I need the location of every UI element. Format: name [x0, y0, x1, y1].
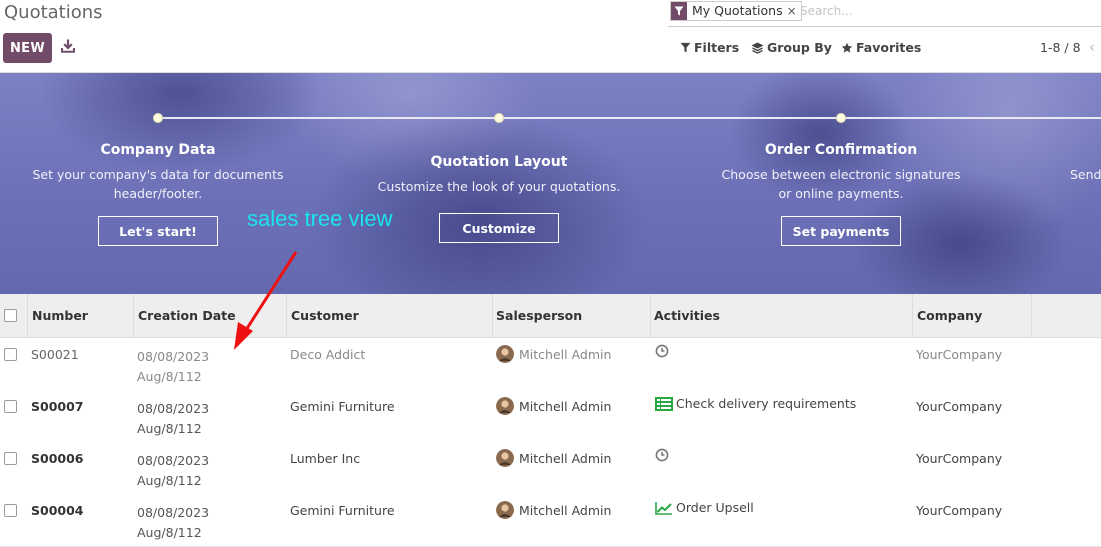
column-header-number[interactable]: Number: [32, 294, 88, 337]
star-icon: [841, 42, 853, 53]
clock-icon[interactable]: [655, 448, 669, 462]
step-dot: [494, 113, 504, 123]
filters-label: Filters: [694, 40, 740, 55]
step-description-cut-off: Send: [1070, 167, 1101, 182]
onboarding-banner: Company Data Set your company's data for…: [0, 73, 1101, 294]
column-separator: [492, 294, 493, 337]
quotation-number: S00007: [31, 399, 84, 414]
row-checkbox[interactable]: [4, 348, 17, 361]
avatar: [496, 501, 514, 519]
column-header-customer[interactable]: Customer: [291, 294, 359, 337]
customer-name: Gemini Furniture: [290, 399, 395, 414]
layers-icon: [751, 42, 764, 54]
group-by-label: Group By: [767, 40, 832, 55]
company-name: YourCompany: [916, 399, 1003, 414]
search-facet-my-quotations[interactable]: My Quotations ×: [670, 1, 802, 21]
company-name: YourCompany: [916, 347, 1003, 362]
search-input[interactable]: [800, 2, 1090, 20]
clock-icon[interactable]: [655, 344, 669, 358]
row-checkbox[interactable]: [4, 504, 17, 517]
creation-date: 08/08/2023 Aug/8/112: [137, 453, 210, 488]
todo-list-icon[interactable]: [655, 396, 673, 411]
step-dot: [836, 113, 846, 123]
filter-icon: [680, 42, 691, 53]
row-checkbox[interactable]: [4, 452, 17, 465]
avatar: [496, 397, 514, 415]
column-separator: [912, 294, 913, 337]
pager-previous-icon[interactable]: ‹: [1089, 38, 1095, 56]
annotation-label: sales tree view: [247, 206, 393, 231]
avatar: [496, 345, 514, 363]
salesperson: Mitchell Admin: [496, 345, 611, 363]
filters-button[interactable]: Filters: [680, 40, 739, 55]
column-header-activities[interactable]: Activities: [654, 294, 720, 337]
list-header: Number Creation Date Customer Salesperso…: [0, 294, 1101, 338]
facet-remove-icon[interactable]: ×: [787, 2, 801, 20]
quotation-number: S00004: [31, 503, 84, 518]
step-title-quotation-layout: Quotation Layout: [430, 154, 568, 170]
step-description: Choose between electronic signatures or …: [721, 167, 961, 201]
control-panel: Quotations NEW My Quotations × Filters G…: [0, 0, 1101, 73]
step-description: Set your company's data for documents he…: [32, 167, 284, 201]
customer-name: Deco Addict: [290, 347, 366, 362]
quotation-number: S00021: [31, 347, 79, 362]
company-name: YourCompany: [916, 451, 1003, 466]
favorites-button[interactable]: Favorites: [841, 40, 921, 55]
set-payments-button[interactable]: Set payments: [781, 216, 901, 246]
column-separator: [133, 294, 134, 337]
column-header-company[interactable]: Company: [917, 294, 982, 337]
new-button[interactable]: NEW: [3, 33, 52, 63]
search-bar: My Quotations ×: [668, 0, 1101, 27]
steps-progress-line: [504, 117, 836, 119]
step-dot: [153, 113, 163, 123]
table-row[interactable]: S00007 08/08/2023 Aug/8/112 Gemini Furnit…: [0, 390, 1101, 443]
column-separator: [1031, 294, 1032, 337]
row-checkbox[interactable]: [4, 400, 17, 413]
customer-name: Gemini Furniture: [290, 503, 395, 518]
creation-date: 08/08/2023 Aug/8/112: [137, 349, 210, 384]
column-header-creation-date[interactable]: Creation Date: [138, 294, 236, 337]
column-separator: [286, 294, 287, 337]
salesperson: Mitchell Admin: [496, 501, 611, 519]
select-all-checkbox[interactable]: [4, 309, 17, 322]
favorites-label: Favorites: [856, 40, 922, 55]
download-icon[interactable]: [60, 38, 76, 54]
activity-cell[interactable]: [655, 448, 672, 462]
customer-name: Lumber Inc: [290, 451, 361, 466]
salesperson: Mitchell Admin: [496, 449, 611, 467]
column-header-salesperson[interactable]: Salesperson: [496, 294, 582, 337]
column-separator: [650, 294, 651, 337]
lets-start-button[interactable]: Let's start!: [98, 216, 218, 246]
activity-cell[interactable]: Check delivery requirements: [655, 396, 856, 411]
customize-button[interactable]: Customize: [439, 213, 559, 243]
pager-value[interactable]: 1-8 / 8: [1040, 40, 1081, 55]
company-name: YourCompany: [916, 503, 1003, 518]
step-title-company-data: Company Data: [100, 142, 216, 158]
table-row[interactable]: S00004 08/08/2023 Aug/8/112 Gemini Furnit…: [0, 494, 1101, 547]
column-separator: [27, 294, 28, 337]
step-title-order-confirmation: Order Confirmation: [764, 142, 918, 158]
activity-cell[interactable]: [655, 344, 672, 358]
step-description: Customize the look of your quotations.: [377, 179, 621, 194]
quotation-number: S00006: [31, 451, 84, 466]
salesperson: Mitchell Admin: [496, 397, 611, 415]
avatar: [496, 449, 514, 467]
upsell-chart-icon[interactable]: [655, 501, 673, 515]
table-row[interactable]: S00006 08/08/2023 Aug/8/112 Lumber Inc Mi…: [0, 442, 1101, 495]
creation-date: 08/08/2023 Aug/8/112: [137, 401, 210, 436]
page-title: Quotations: [4, 2, 103, 23]
group-by-button[interactable]: Group By: [751, 40, 832, 55]
creation-date: 08/08/2023 Aug/8/112: [137, 505, 210, 540]
table-row[interactable]: S00021 08/08/2023 Aug/8/112 Deco Addict M…: [0, 338, 1101, 391]
activity-cell[interactable]: Order Upsell: [655, 500, 754, 515]
facet-label: My Quotations: [692, 3, 783, 18]
steps-progress-line: [846, 117, 1101, 119]
steps-progress-line: [163, 117, 494, 119]
filter-icon: [671, 2, 687, 20]
